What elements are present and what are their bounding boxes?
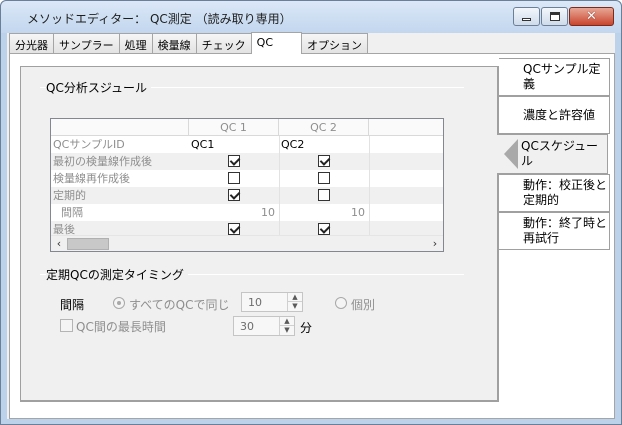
- row-label-periodic: 定期的: [53, 189, 86, 202]
- max-time-spinner[interactable]: 30 ▲ ▼: [233, 316, 295, 336]
- qc2-periodic-checkbox[interactable]: [318, 189, 330, 201]
- spin-up-icon[interactable]: ▲: [280, 317, 294, 326]
- panel-bottom-edge: [20, 400, 498, 402]
- qc1-last-checkbox[interactable]: [228, 223, 240, 235]
- qc-tab-page: QC分析スジュール QC 1 QC 2 QCサンプルID 最初の検量線作成後 検…: [9, 53, 615, 419]
- interval-spinner-value: 10: [248, 296, 262, 309]
- tab-sampler[interactable]: サンプラー: [53, 33, 120, 53]
- max-time-spinner-value: 30: [240, 320, 254, 333]
- qc-schedule-grid[interactable]: QC 1 QC 2 QCサンプルID 最初の検量線作成後 検量線再作成後 定期的…: [50, 118, 444, 252]
- grid-corner-header: [51, 119, 189, 136]
- spin-down-icon[interactable]: ▼: [280, 326, 294, 335]
- side-tab-label-line2: 定期的: [523, 193, 560, 207]
- close-button[interactable]: ✕: [569, 7, 614, 26]
- max-time-label: QC間の最長時間: [76, 320, 166, 334]
- tab-spectrometer[interactable]: 分光器: [9, 33, 54, 53]
- scrollbar-thumb[interactable]: [67, 238, 109, 250]
- interval-label: 間隔: [60, 298, 85, 312]
- scroll-right-icon[interactable]: ›: [427, 236, 443, 252]
- row-label-interval: 間隔: [61, 206, 83, 219]
- side-tab-action-after-calibration[interactable]: 動作：校正後と 定期的: [499, 174, 610, 212]
- app-window: メソッドエディター： QC測定 （読み取り専用） ✕ 分光器 サンプラー 処理 …: [0, 0, 622, 425]
- main-tab-strip: 分光器 サンプラー 処理 検量線 チェック QC オプション: [9, 32, 369, 54]
- spin-up-icon[interactable]: ▲: [288, 293, 302, 302]
- qc1-sample-id[interactable]: QC1: [191, 136, 214, 153]
- column-separator: [369, 136, 370, 235]
- tab-qc[interactable]: QC: [250, 32, 303, 54]
- maximize-button[interactable]: [541, 7, 568, 26]
- window-title: メソッドエディター： QC測定 （読み取り専用）: [27, 12, 292, 26]
- minimize-button[interactable]: [513, 7, 540, 26]
- close-icon: ✕: [586, 9, 597, 24]
- qc2-last-checkbox[interactable]: [318, 223, 330, 235]
- interval-spinner[interactable]: 10 ▲ ▼: [241, 292, 303, 312]
- column-header-qc2[interactable]: QC 2: [279, 119, 369, 136]
- row-label-sample-id: QCサンプルID: [53, 138, 125, 151]
- active-tab-arrow-icon: [504, 139, 518, 169]
- qc2-interval-value[interactable]: 10: [281, 204, 365, 221]
- side-tab-concentration-tolerance[interactable]: 濃度と許容値: [499, 96, 610, 134]
- qc2-after-first-calibration-checkbox[interactable]: [318, 155, 330, 167]
- tab-check[interactable]: チェック: [195, 33, 252, 53]
- side-tab-label-line1: 動作：終了時と: [523, 216, 608, 230]
- minimize-icon: [522, 18, 531, 21]
- qc1-after-first-calibration-checkbox[interactable]: [228, 155, 240, 167]
- column-header-qc1[interactable]: QC 1: [189, 119, 279, 136]
- side-tab-action-end-retry[interactable]: 動作：終了時と 再試行: [499, 212, 610, 250]
- grid-empty-header: [369, 119, 443, 136]
- qc1-periodic-checkbox[interactable]: [228, 189, 240, 201]
- tab-options[interactable]: オプション: [301, 33, 369, 53]
- tab-calibration[interactable]: 検量線: [151, 33, 197, 53]
- qc1-interval-value[interactable]: 10: [191, 204, 275, 221]
- spinner-buttons: ▲ ▼: [279, 317, 294, 335]
- tab-processing[interactable]: 処理: [118, 33, 153, 53]
- side-tab-label-line1: 動作：校正後と: [523, 178, 608, 192]
- all-same-radio[interactable]: [113, 297, 125, 309]
- side-tab-label: 濃度と許容値: [523, 107, 596, 122]
- timing-group-title: 定期QCの測定タイミング: [46, 266, 188, 283]
- individual-radio[interactable]: [335, 297, 347, 309]
- qc2-after-recalibration-checkbox[interactable]: [318, 172, 330, 184]
- side-tab-label: QCサンプル定義: [523, 62, 601, 91]
- row-label-after-first-calibration: 最初の検量線作成後: [53, 155, 152, 168]
- spinner-buttons: ▲ ▼: [287, 293, 302, 311]
- maximize-icon: [549, 12, 560, 21]
- side-tab-qc-sample-definition[interactable]: QCサンプル定義: [499, 58, 610, 96]
- row-label-after-recalibration: 検量線再作成後: [53, 172, 130, 185]
- side-tab-label-line2: 再試行: [523, 231, 560, 245]
- minutes-unit-label: 分: [300, 321, 313, 335]
- max-time-checkbox[interactable]: [60, 319, 73, 332]
- qc2-sample-id[interactable]: QC2: [281, 136, 304, 153]
- side-tab-label: QCスケジュール: [521, 139, 598, 168]
- schedule-group-title: QC分析スジュール: [46, 79, 151, 96]
- individual-label: 個別: [351, 298, 376, 312]
- qc1-after-recalibration-checkbox[interactable]: [228, 172, 240, 184]
- all-same-label: すべてのQCで同じ: [129, 298, 230, 312]
- grid-horizontal-scrollbar[interactable]: ‹ ›: [51, 235, 443, 251]
- spin-down-icon[interactable]: ▼: [288, 302, 302, 311]
- title-bar[interactable]: メソッドエディター： QC測定 （読み取り専用） ✕: [1, 1, 621, 33]
- client-area: 分光器 サンプラー 処理 検量線 チェック QC オプション QC分析スジュール…: [7, 32, 615, 419]
- column-separator: [279, 136, 280, 235]
- scroll-left-icon[interactable]: ‹: [51, 236, 67, 252]
